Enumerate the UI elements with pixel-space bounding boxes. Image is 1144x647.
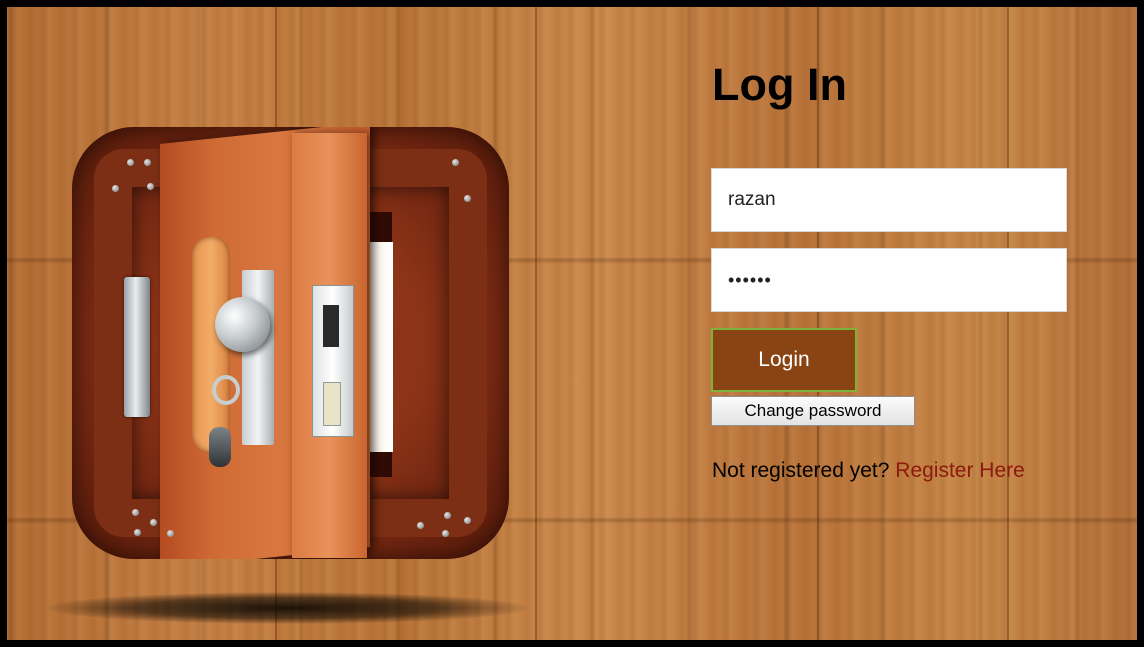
screw	[464, 195, 471, 202]
door-knob	[215, 297, 270, 352]
register-prompt-line: Not registered yet? Register Here	[712, 459, 1025, 483]
screw	[134, 529, 141, 536]
login-button[interactable]: Login	[711, 328, 857, 392]
screw	[452, 159, 459, 166]
strike-hole	[323, 382, 341, 426]
wood-seam	[535, 7, 537, 640]
key-tag	[209, 427, 231, 467]
wooden-door-lock-icon	[72, 127, 509, 559]
screw	[167, 530, 174, 537]
screw	[132, 509, 139, 516]
wood-seam	[1007, 7, 1009, 640]
screw	[127, 159, 134, 166]
strike-hole	[323, 305, 339, 347]
key-ring	[212, 375, 240, 405]
screw	[444, 512, 451, 519]
page-title: Log In	[712, 59, 847, 110]
door-light	[367, 242, 393, 452]
screw	[147, 183, 154, 190]
screw	[464, 517, 471, 524]
change-password-button[interactable]: Change password	[711, 396, 915, 426]
lock-plate	[242, 270, 274, 445]
password-field[interactable]	[711, 248, 1067, 312]
screw	[417, 522, 424, 529]
icon-shadow	[47, 592, 527, 624]
login-page: Log In Login Change password Not registe…	[0, 0, 1144, 647]
screw	[442, 530, 449, 537]
register-link[interactable]: Register Here	[895, 459, 1025, 482]
username-field[interactable]	[711, 168, 1067, 232]
hinge	[124, 277, 150, 417]
screw	[144, 159, 151, 166]
register-prompt-text: Not registered yet?	[712, 459, 890, 482]
screw	[150, 519, 157, 526]
screw	[112, 185, 119, 192]
